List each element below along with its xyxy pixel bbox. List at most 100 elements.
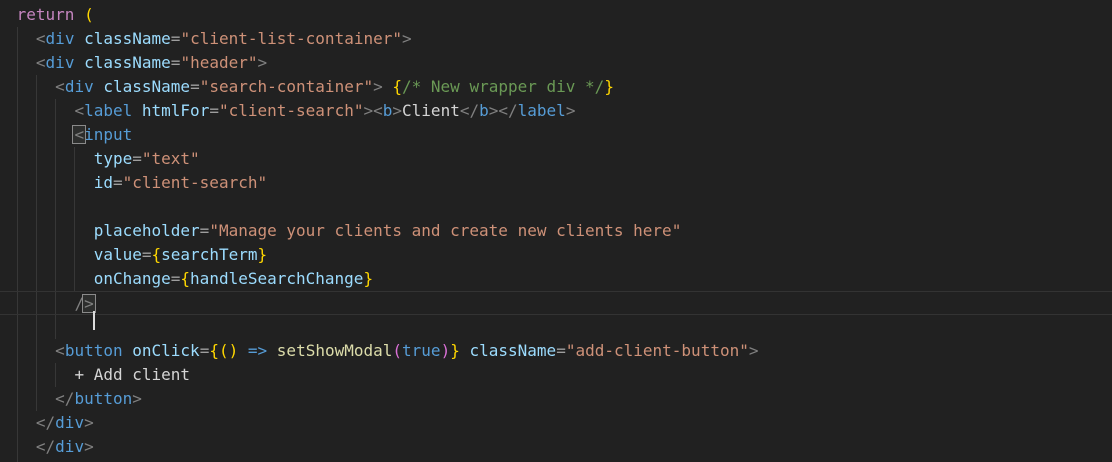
code-token: > xyxy=(566,101,576,120)
code-token xyxy=(7,77,55,96)
code-token: className xyxy=(84,53,171,72)
code-token xyxy=(7,389,55,408)
code-token: > xyxy=(749,341,759,360)
code-token: => xyxy=(248,341,267,360)
code-token: ( xyxy=(392,341,402,360)
code-token: </ xyxy=(36,413,55,432)
code-token: { xyxy=(180,269,190,288)
matched-bracket: < xyxy=(74,123,84,147)
code-token: onClick xyxy=(132,341,199,360)
code-token: b xyxy=(479,101,489,120)
code-token: < xyxy=(373,101,383,120)
code-token: ) xyxy=(229,341,239,360)
code-token xyxy=(94,77,104,96)
code-token: = xyxy=(171,29,181,48)
code-line-4[interactable]: <div className="search-container"> {/* N… xyxy=(0,75,1112,99)
code-line-12[interactable]: onChange={handleSearchChange} xyxy=(0,267,1112,291)
code-token: Client xyxy=(402,101,460,120)
code-token: "text" xyxy=(142,149,200,168)
code-token xyxy=(7,294,74,313)
code-token: setShowModal xyxy=(277,341,393,360)
code-line-8[interactable]: id="client-search" xyxy=(0,171,1112,195)
code-token: "header" xyxy=(180,53,257,72)
code-token: </ xyxy=(498,101,517,120)
code-line-19[interactable]: </div> xyxy=(0,435,1112,459)
code-token: = xyxy=(171,269,181,288)
code-editor: return ( <div className="client-list-con… xyxy=(0,0,1112,462)
code-token: > xyxy=(84,413,94,432)
code-area[interactable]: return ( <div className="client-list-con… xyxy=(0,3,1112,462)
code-token: > xyxy=(132,389,142,408)
code-token: = xyxy=(132,149,142,168)
code-token xyxy=(7,341,55,360)
indent-guide xyxy=(17,315,18,339)
code-token: > xyxy=(489,101,499,120)
code-token: } xyxy=(450,341,460,360)
code-token: < xyxy=(36,53,46,72)
code-token: "client-search" xyxy=(123,173,268,192)
code-token: + Add client xyxy=(74,365,190,384)
code-token: value xyxy=(94,245,142,264)
code-token: > xyxy=(363,101,373,120)
code-line-1[interactable]: return ( xyxy=(0,3,1112,27)
code-line-15[interactable]: <button onClick={() => setShowModal(true… xyxy=(0,339,1112,363)
indent-guide xyxy=(36,195,37,219)
code-token xyxy=(7,221,94,240)
code-line-16[interactable]: + Add client xyxy=(0,363,1112,387)
code-token: "client-list-container" xyxy=(180,29,402,48)
code-line-18[interactable]: </div> xyxy=(0,411,1112,435)
code-token xyxy=(7,101,74,120)
indent-guide xyxy=(74,195,75,219)
code-line-13[interactable]: /> xyxy=(0,291,1112,315)
code-token xyxy=(74,29,84,48)
code-token: handleSearchChange xyxy=(190,269,363,288)
code-token: > xyxy=(258,53,268,72)
code-line-11[interactable]: value={searchTerm} xyxy=(0,243,1112,267)
code-token: = xyxy=(171,53,181,72)
code-token xyxy=(7,173,94,192)
code-line-14[interactable] xyxy=(0,315,1112,339)
code-token: = xyxy=(209,101,219,120)
code-token xyxy=(74,53,84,72)
code-token: = xyxy=(113,173,123,192)
code-token: type xyxy=(94,149,133,168)
code-token: } xyxy=(257,245,267,264)
code-token: /* New wrapper div */ xyxy=(402,77,604,96)
code-token: = xyxy=(556,341,566,360)
code-line-3[interactable]: <div className="header"> xyxy=(0,51,1112,75)
code-token: input xyxy=(84,125,132,144)
code-token: searchTerm xyxy=(161,245,257,264)
code-token xyxy=(7,365,74,384)
code-token: > xyxy=(84,437,94,456)
code-token: div xyxy=(55,437,84,456)
code-line-17[interactable]: </button> xyxy=(0,387,1112,411)
indent-guide xyxy=(55,315,56,339)
code-token: className xyxy=(84,29,171,48)
code-token xyxy=(7,5,17,24)
code-token: > xyxy=(392,101,402,120)
code-token xyxy=(238,341,248,360)
code-line-2[interactable]: <div className="client-list-container"> xyxy=(0,27,1112,51)
code-token: = xyxy=(200,221,210,240)
code-line-5[interactable]: <label htmlFor="client-search"><b>Client… xyxy=(0,99,1112,123)
code-token: onChange xyxy=(94,269,171,288)
code-line-9[interactable] xyxy=(0,195,1112,219)
code-token xyxy=(383,77,393,96)
code-line-6[interactable]: <input xyxy=(0,123,1112,147)
code-token: = xyxy=(190,77,200,96)
code-token: = xyxy=(200,341,210,360)
code-line-10[interactable]: placeholder="Manage your clients and cre… xyxy=(0,219,1112,243)
code-token: button xyxy=(65,341,123,360)
code-token: div xyxy=(46,53,75,72)
code-token: ( xyxy=(219,341,229,360)
code-token: id xyxy=(94,173,113,192)
code-token: = xyxy=(142,245,152,264)
code-token: ) xyxy=(441,341,451,360)
code-token: < xyxy=(55,77,65,96)
code-token xyxy=(7,245,94,264)
code-token: true xyxy=(402,341,441,360)
code-token xyxy=(123,341,133,360)
code-token: htmlFor xyxy=(142,101,209,120)
code-line-7[interactable]: type="text" xyxy=(0,147,1112,171)
code-token xyxy=(7,29,36,48)
